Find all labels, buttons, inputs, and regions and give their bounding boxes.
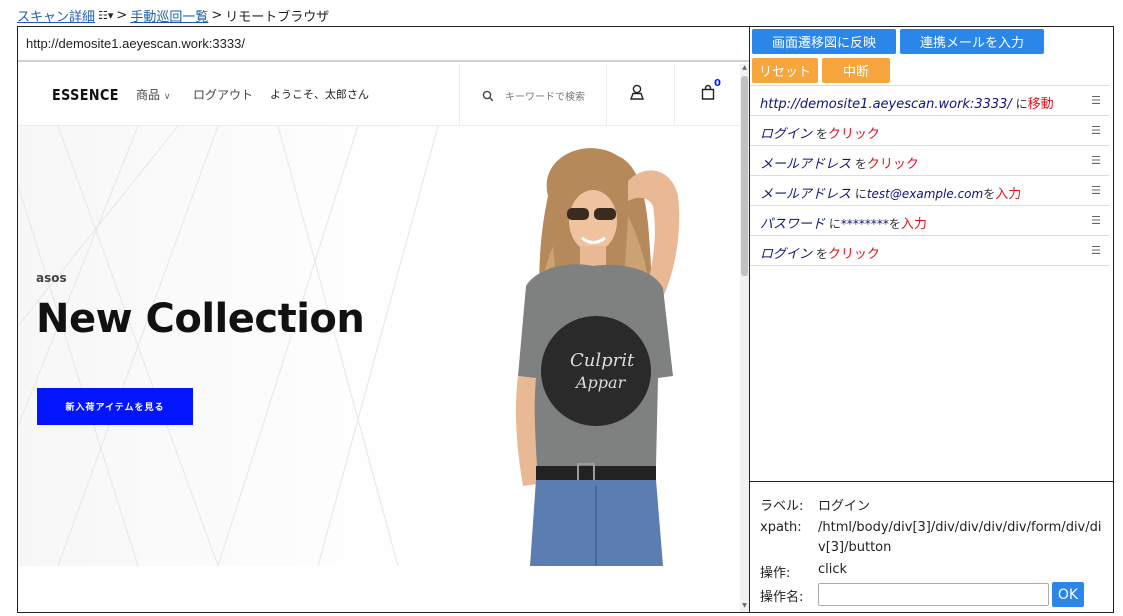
step-action: 移動 (1027, 97, 1054, 112)
step-action: 入力 (995, 187, 1022, 202)
drag-handle-icon[interactable]: ☰ (1091, 154, 1101, 167)
nav-divider (459, 64, 460, 126)
nav-products-label: 商品 (136, 88, 161, 102)
step-particle: に (1011, 97, 1028, 111)
cart-count-badge: 0 (714, 78, 721, 89)
search-input[interactable]: キーワードで検索 (505, 88, 585, 103)
nav-divider (674, 64, 675, 126)
breadcrumb-separator: > (211, 7, 223, 23)
hero-title: New Collection (36, 296, 365, 342)
step-action: 入力 (900, 217, 927, 232)
step-target: メールアドレス (760, 157, 852, 172)
drag-handle-icon[interactable]: ☰ (1091, 244, 1101, 257)
breadcrumb-manual-list-link[interactable]: 手動巡回一覧 (130, 6, 208, 25)
operation-key: 操作: (760, 566, 791, 581)
remote-browser-pane: http://demosite1.aeyescan.work:3333/ ESS… (18, 27, 749, 612)
step-target: パスワード (760, 217, 826, 232)
browser-scrollbar[interactable]: ▲ ▼ (740, 64, 749, 612)
breadcrumb-separator: > (116, 7, 128, 23)
shopping-bag-icon[interactable] (701, 84, 715, 104)
label-key: ラベル: (760, 499, 804, 514)
step-particle: を (851, 157, 867, 171)
hero-brand: asos (36, 271, 67, 285)
step-particle: を (812, 247, 828, 261)
xpath-key: xpath: (760, 520, 802, 535)
svg-text:Culprit: Culprit (570, 350, 635, 371)
operation-value: click (818, 562, 848, 577)
site-viewport[interactable]: ESSENCE 商品 ∨ ログアウト ようこそ、太郎さん キーワードで検索 0 … (18, 64, 740, 612)
search-icon[interactable] (482, 87, 494, 106)
step-particle: に (825, 217, 841, 231)
list-item[interactable]: http://demosite1.aeyescan.work:3333/ に移動… (750, 86, 1109, 116)
step-target: ログイン (760, 247, 813, 262)
site-logo[interactable]: ESSENCE (52, 86, 119, 104)
abort-button[interactable]: 中断 (822, 58, 890, 83)
drag-handle-icon[interactable]: ☰ (1091, 124, 1101, 137)
xpath-value: /html/body/div[3]/div/div/div/div/form/d… (818, 520, 1102, 555)
drag-handle-icon[interactable]: ☰ (1091, 94, 1101, 107)
step-value: ******** (840, 217, 889, 231)
list-item[interactable]: ログイン をクリック ☰ (750, 236, 1109, 266)
step-target: http://demosite1.aeyescan.work:3333/ (760, 97, 1012, 112)
url-bar[interactable]: http://demosite1.aeyescan.work:3333/ (18, 27, 749, 62)
hero-background-pattern (18, 126, 439, 566)
step-target: メールアドレス (760, 187, 852, 202)
site-header: ESSENCE 商品 ∨ ログアウト ようこそ、太郎さん キーワードで検索 0 (18, 64, 740, 126)
step-value: test@example.com (866, 187, 984, 201)
breadcrumb-current: リモートブラウザ (225, 9, 330, 25)
new-arrivals-button[interactable]: 新入荷アイテムを見る (37, 388, 193, 425)
breadcrumb-scan-detail-link[interactable]: スキャン詳細 (17, 6, 95, 25)
ok-button[interactable]: OK (1052, 582, 1084, 607)
breadcrumb: スキャン詳細 ☷▾ > 手動巡回一覧 > リモートブラウザ (17, 6, 330, 25)
list-item[interactable]: メールアドレス をクリック ☰ (750, 146, 1109, 176)
selected-element-details: ラベル: ログイン xpath: /html/body/div[3]/div/d… (750, 481, 1114, 612)
list-item[interactable]: ログイン をクリック ☰ (750, 116, 1109, 146)
drag-handle-icon[interactable]: ☰ (1091, 214, 1101, 227)
nav-products[interactable]: 商品 ∨ (136, 86, 170, 103)
step-suffix: を (983, 187, 996, 201)
list-item[interactable]: メールアドレス にtest@example.comを入力 ☰ (750, 176, 1109, 206)
label-value: ログイン (818, 499, 871, 514)
model-photo: Culprit Appar (515, 148, 680, 566)
step-particle: を (812, 127, 828, 141)
operation-name-input[interactable] (818, 583, 1049, 606)
nav-logout[interactable]: ログアウト (193, 86, 253, 103)
step-action: クリック (827, 127, 880, 142)
operation-panel: 画面遷移図に反映 連携メールを入力 リセット 中断 http://demosit… (749, 27, 1114, 612)
reset-button[interactable]: リセット (752, 58, 818, 83)
hero-banner: asos New Collection 新入荷アイテムを見る Culprit A… (18, 126, 740, 566)
step-target: ログイン (760, 127, 813, 142)
operation-name-key: 操作名: (760, 590, 804, 605)
svg-text:Appar: Appar (574, 373, 627, 392)
step-particle: に (851, 187, 867, 201)
reflect-to-transition-diagram-button[interactable]: 画面遷移図に反映 (752, 29, 896, 54)
drag-handle-icon[interactable]: ☰ (1091, 184, 1101, 197)
operation-step-list: http://demosite1.aeyescan.work:3333/ に移動… (750, 85, 1109, 266)
nav-divider (606, 64, 607, 126)
step-suffix: を (888, 217, 901, 231)
chevron-down-icon: ∨ (163, 92, 171, 102)
scroll-up-arrow-icon[interactable]: ▲ (740, 64, 749, 74)
list-item[interactable]: パスワード に********を入力 ☰ (750, 206, 1109, 236)
step-action: クリック (866, 157, 919, 172)
nav-welcome: ようこそ、太郎さん (270, 88, 369, 101)
remote-browser-frame: http://demosite1.aeyescan.work:3333/ ESS… (17, 26, 1114, 613)
scroll-thumb[interactable] (741, 76, 748, 276)
enter-linked-email-button[interactable]: 連携メールを入力 (900, 29, 1044, 54)
step-action: クリック (827, 247, 880, 262)
list-menu-icon[interactable]: ☷▾ (98, 9, 113, 22)
scroll-down-arrow-icon[interactable]: ▼ (740, 602, 749, 612)
user-icon[interactable] (630, 84, 644, 104)
